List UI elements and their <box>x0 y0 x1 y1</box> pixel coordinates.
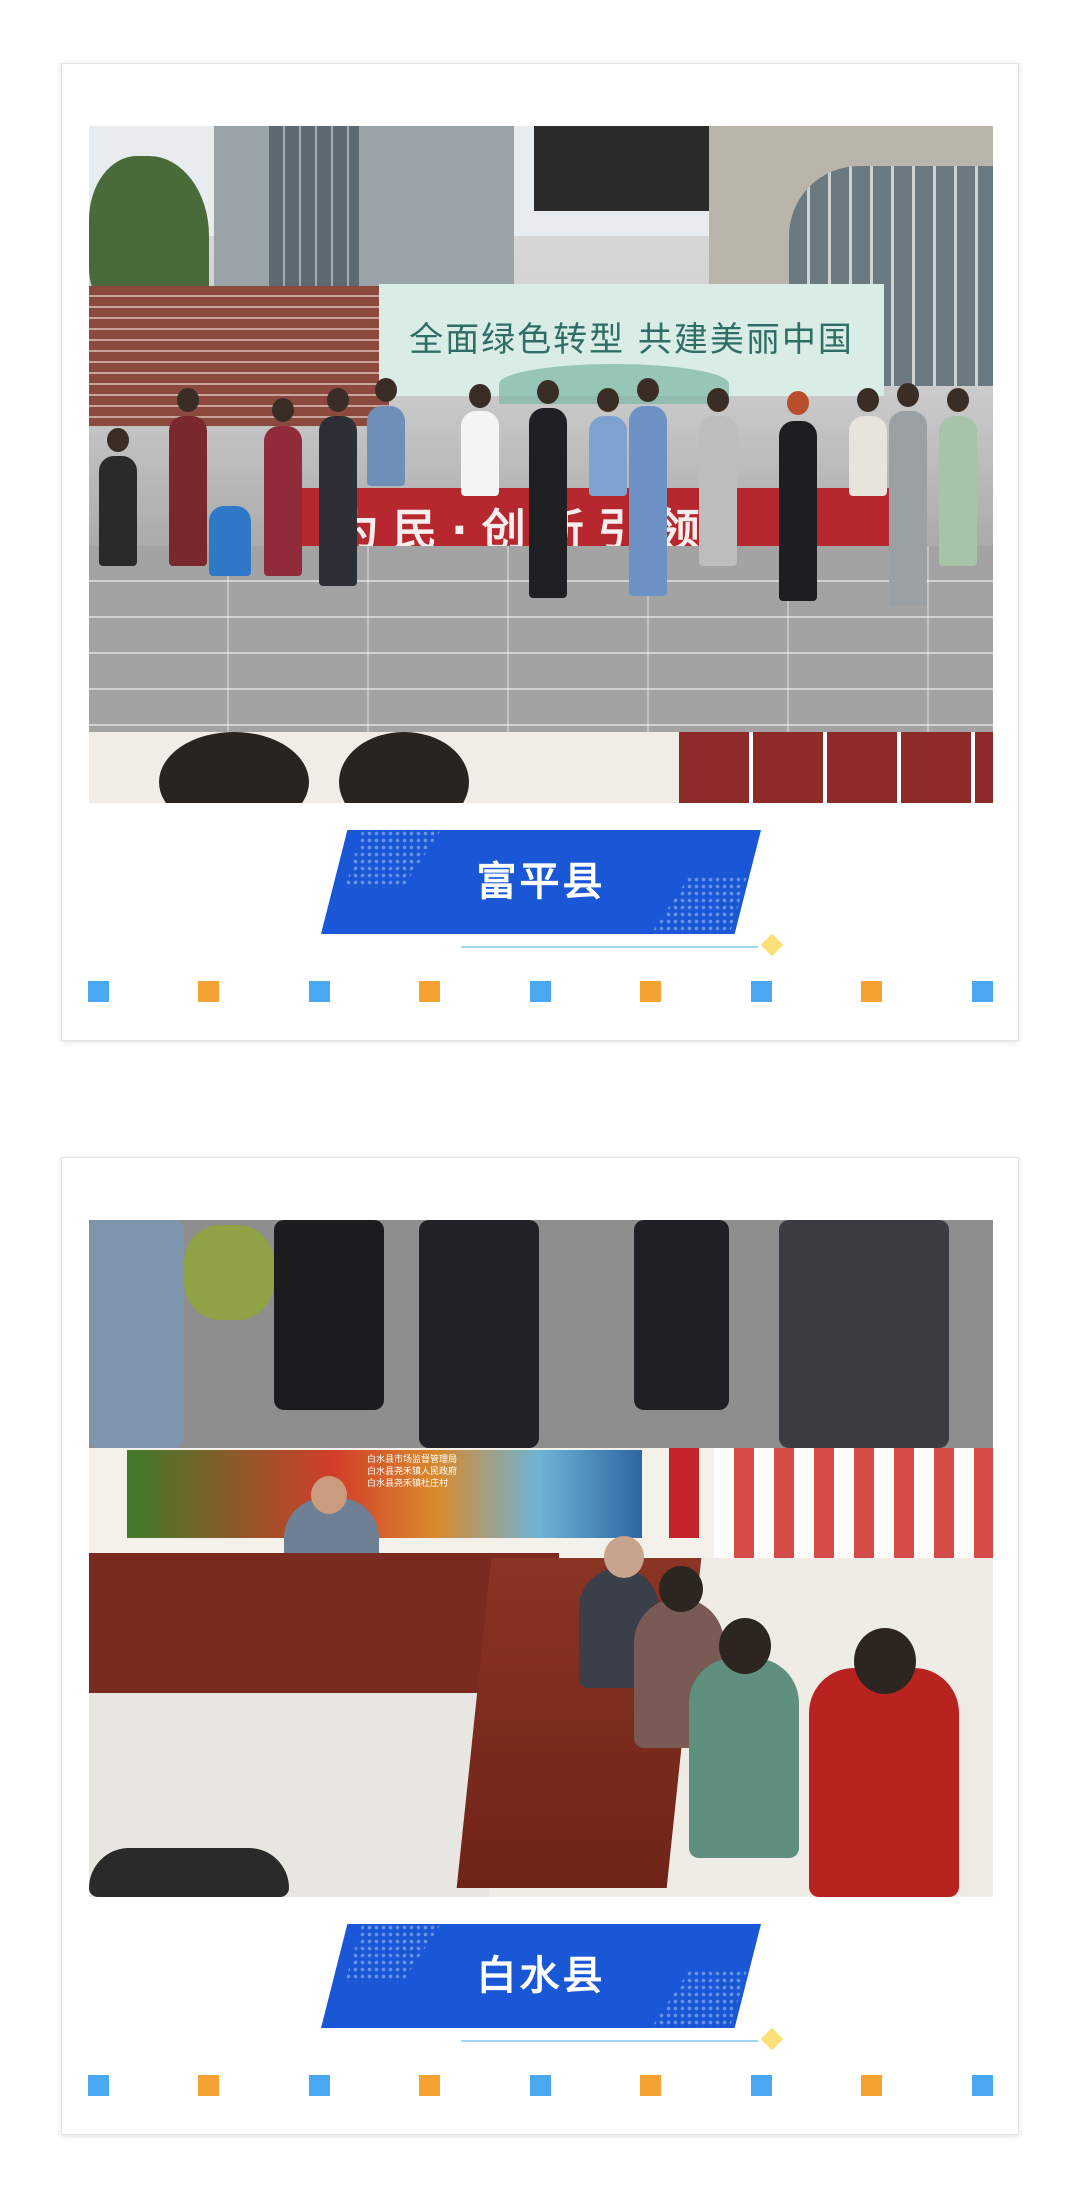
orange-square <box>198 981 219 1002</box>
blue-square <box>972 981 993 1002</box>
caption-underline <box>461 946 758 948</box>
led-line: 白水县市场监督管理局 <box>367 1455 458 1465</box>
backdrop-slogan: 全面绿色转型 共建美丽中国 <box>409 320 854 360</box>
diamond-ornament <box>760 933 784 957</box>
orange-square <box>861 981 882 1002</box>
led-line: 白水县尧禾镇人民政府 <box>367 1467 458 1477</box>
blue-square <box>530 981 551 1002</box>
photo-backdrop: 全面绿色转型 共建美丽中国 <box>379 284 884 404</box>
blue-square <box>88 2075 109 2096</box>
orange-square <box>198 2075 219 2096</box>
dot-row <box>88 981 994 1003</box>
blue-square <box>309 2075 330 2096</box>
orange-square <box>861 2075 882 2096</box>
orange-square <box>640 981 661 1002</box>
blue-square <box>309 981 330 1002</box>
orange-square <box>419 981 440 1002</box>
card-baishui: 白水县市场监督管理局 白水县尧禾镇人民政府 白水县尧禾镇杜庄村 白水县 <box>61 1157 1019 2135</box>
caption-underline <box>461 2040 758 2042</box>
led-screen: 白水县市场监督管理局 白水县尧禾镇人民政府 白水县尧禾镇杜庄村 <box>127 1450 642 1538</box>
caption-text: 白水县 <box>476 1953 606 1999</box>
dot-row <box>88 2075 994 2097</box>
blue-square <box>751 981 772 1002</box>
caption-fuping: 富平县 <box>321 830 761 934</box>
photo-baishui-meeting: 白水县市场监督管理局 白水县尧禾镇人民政府 白水县尧禾镇杜庄村 <box>89 1220 993 1897</box>
blue-square <box>751 2075 772 2096</box>
blue-square <box>530 2075 551 2096</box>
diamond-ornament <box>760 2027 784 2051</box>
orange-square <box>419 2075 440 2096</box>
led-line: 白水县尧禾镇杜庄村 <box>367 1479 449 1489</box>
blue-square <box>88 981 109 1002</box>
photo-fuping-outreach: 全面绿色转型 共建美丽中国 为民·创新引领 <box>89 126 993 803</box>
caption-baishui: 白水县 <box>321 1924 761 2028</box>
orange-square <box>640 2075 661 2096</box>
card-fuping: 全面绿色转型 共建美丽中国 为民·创新引领 富平县 <box>61 63 1019 1041</box>
blue-square <box>972 2075 993 2096</box>
caption-text: 富平县 <box>476 859 606 905</box>
